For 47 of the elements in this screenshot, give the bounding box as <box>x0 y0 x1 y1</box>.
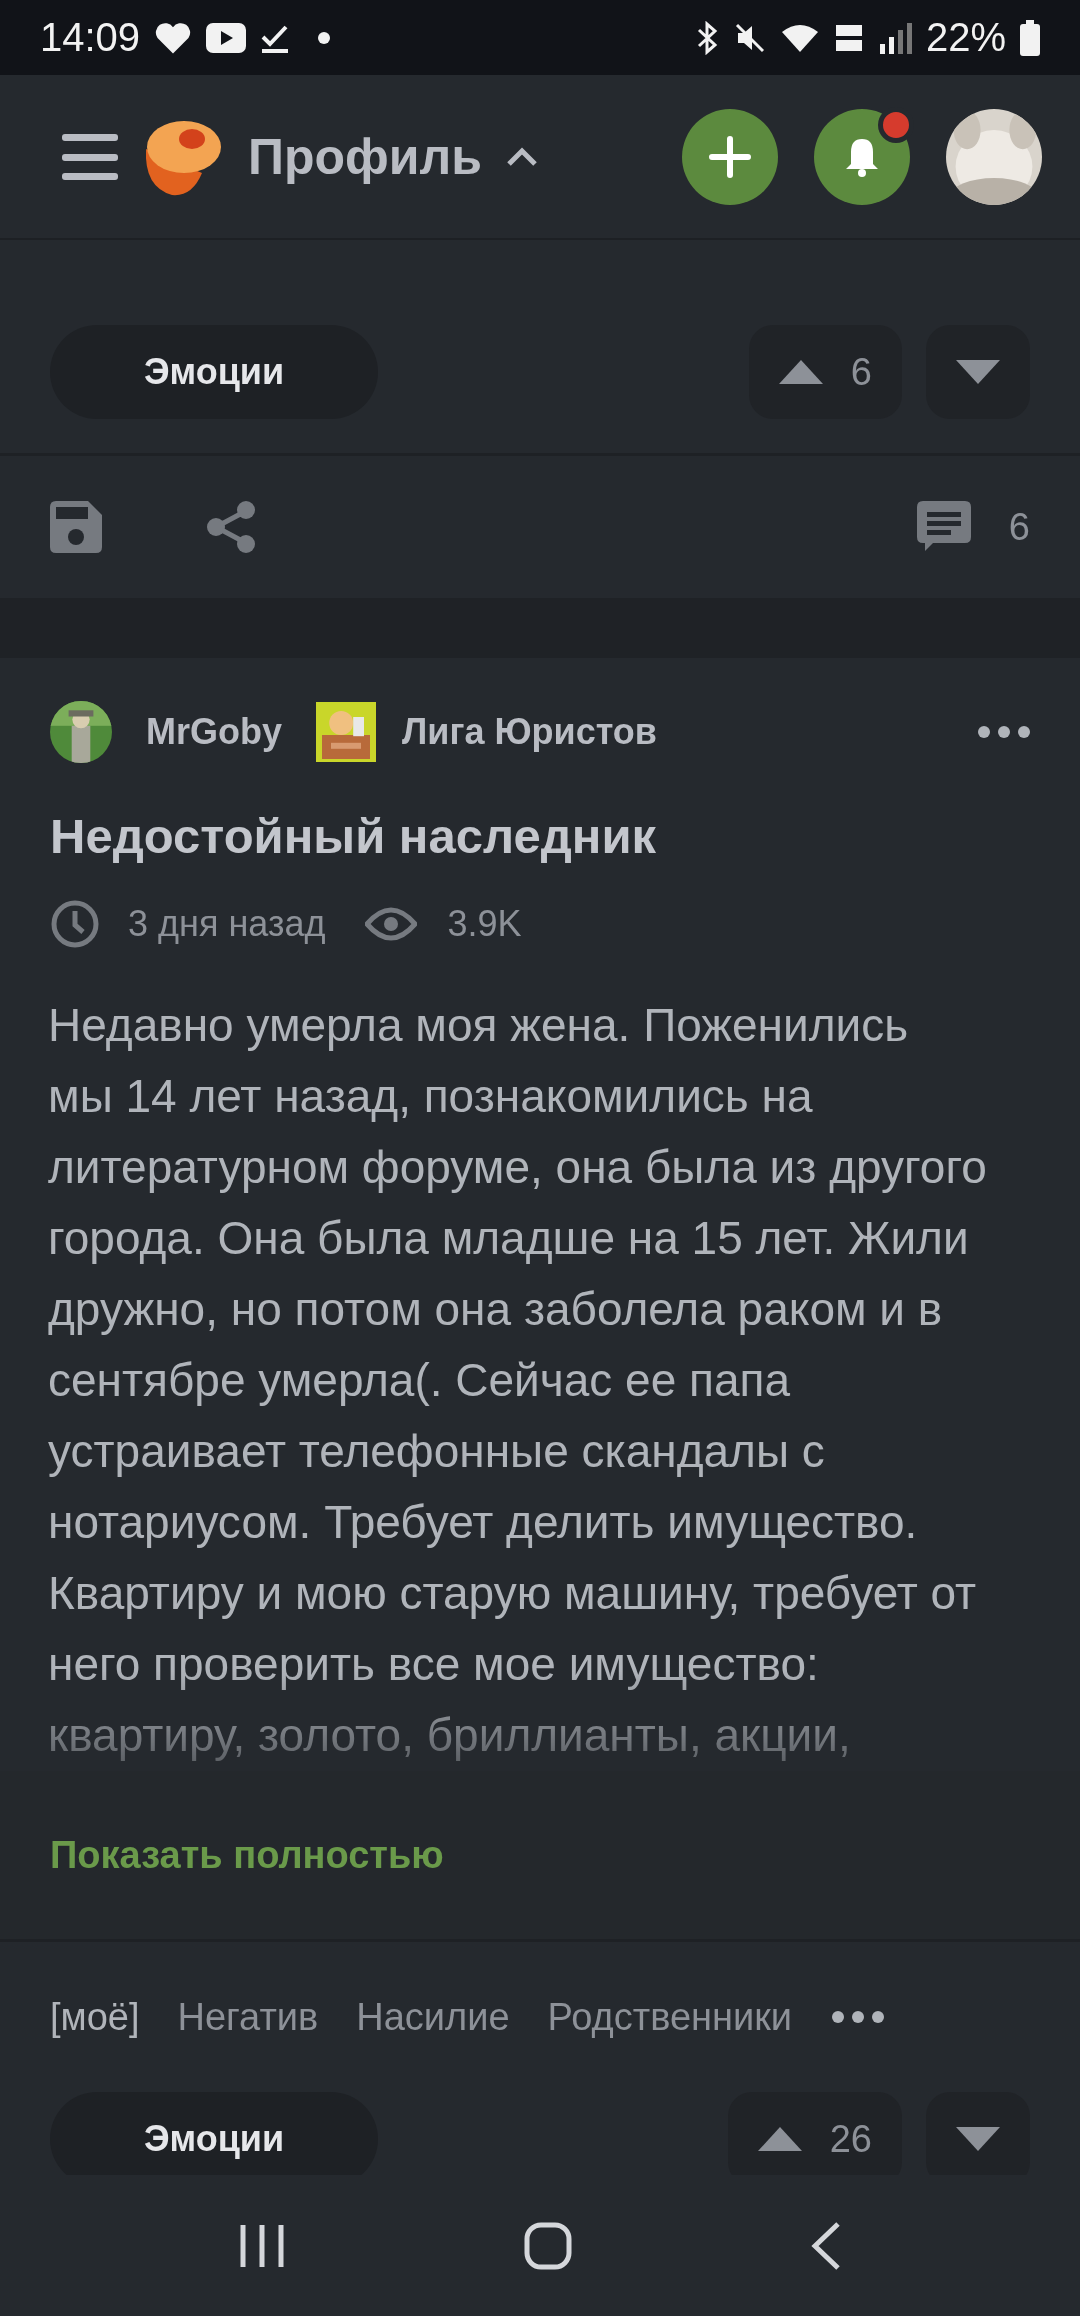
more-icon[interactable] <box>832 2011 885 2023</box>
upvote-button[interactable]: 26 <box>727 2092 902 2175</box>
mute-icon <box>733 21 766 54</box>
downvote-button[interactable] <box>926 2092 1030 2175</box>
back-icon[interactable] <box>810 2220 841 2271</box>
rating-count: 6 <box>850 350 872 394</box>
tag-link[interactable]: Насилие <box>356 1995 510 2039</box>
plus-icon <box>708 134 752 179</box>
post-time: 3 дня назад <box>128 903 326 945</box>
battery-icon <box>1020 19 1040 56</box>
upvote-button[interactable]: 6 <box>748 325 902 419</box>
heart-icon <box>154 20 193 55</box>
emotions-button[interactable]: Эмоции <box>50 325 378 419</box>
tag-link[interactable]: [моё] <box>50 1995 140 2039</box>
tag-link[interactable]: Родственники <box>547 1995 793 2039</box>
post-text: Недавно умерла моя жена. Поженились мы 14 лет назад, познакомились на литературном форуме, она была из другого города. Она была младше на 15 лет. Жили дружно, но потом она заболела раком и в сентябре умерла(. Сейчас ее папа устраивает телефонные скандалы с нотариусом. Требует делить имущество. Квартиру и мою старую машину, требует от него проверить все мое имущество: квартиру, золото, бриллианты, акции, <box>47 998 988 1763</box>
rating-count: 26 <box>829 2117 872 2161</box>
signal-icon <box>877 21 912 54</box>
downvote-icon <box>956 2127 1000 2151</box>
share-icon[interactable] <box>206 501 256 553</box>
show-more-link[interactable]: Показать полностью <box>50 1833 444 1877</box>
battery-level: 22% <box>925 15 1006 60</box>
dot-icon <box>318 31 331 44</box>
upvote-icon <box>757 2127 802 2151</box>
video-icon <box>206 22 247 53</box>
author-name[interactable]: MrGoby <box>146 711 282 753</box>
comment-count: 6 <box>1008 505 1030 549</box>
emotions-button[interactable]: Эмоции <box>50 2092 378 2175</box>
upvote-icon <box>778 360 823 384</box>
more-icon[interactable] <box>978 726 1030 738</box>
view-count: 3.9K <box>447 903 522 945</box>
eye-icon <box>365 906 418 942</box>
clock-icon <box>50 899 100 949</box>
recent-apps-icon[interactable] <box>239 2222 286 2269</box>
downvote-icon <box>956 360 1000 384</box>
home-icon[interactable] <box>524 2221 572 2270</box>
downvote-button[interactable] <box>926 325 1030 419</box>
post-title[interactable]: Недостойный наследник <box>50 808 657 864</box>
bluetooth-icon <box>695 20 720 55</box>
community-name[interactable]: Лига Юристов <box>402 711 657 753</box>
page-title[interactable]: Профиль <box>248 127 482 186</box>
save-icon[interactable] <box>50 501 102 553</box>
status-time: 14:09 <box>40 15 141 60</box>
comment-icon[interactable] <box>916 501 971 553</box>
menu-icon[interactable] <box>62 133 118 180</box>
chevron-up-icon[interactable] <box>506 146 538 167</box>
tag-link[interactable]: Негатив <box>177 1995 319 2039</box>
